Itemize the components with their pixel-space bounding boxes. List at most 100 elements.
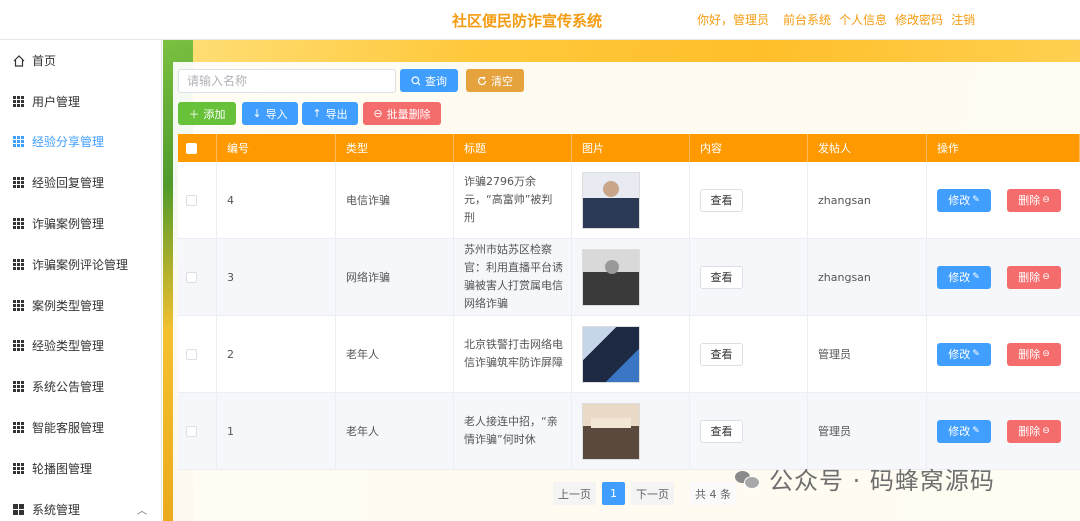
edit-label: 修改 — [948, 425, 971, 438]
type-cell: 老年人 — [336, 393, 454, 469]
import-button[interactable]: ↓ 导入 — [242, 102, 298, 125]
sidebar-item-label: 智能客服管理 — [32, 421, 105, 436]
sidebar-item-carousel[interactable]: 轮播图管理 — [0, 448, 161, 489]
row-select-cell — [178, 393, 217, 469]
sidebar-item-experience-reply[interactable]: 经验回复管理 — [0, 162, 161, 203]
sidebar-item-label: 案例类型管理 — [32, 298, 105, 313]
thumbnail-image[interactable] — [582, 248, 640, 306]
thumbnail-image[interactable] — [582, 325, 640, 383]
view-button[interactable]: 查看 — [700, 265, 743, 289]
edit-icon: ✎ — [972, 195, 980, 205]
content-cell: 查看 — [690, 393, 808, 469]
profile-link[interactable]: 个人信息 — [839, 11, 887, 28]
sidebar-item-system[interactable]: 系统管理 ︿ — [0, 489, 161, 521]
actions-cell: 修改 ✎ 删除 ⊖ — [927, 162, 1080, 238]
grid-icon — [13, 136, 24, 148]
sidebar-item-ai-service[interactable]: 智能客服管理 — [0, 407, 161, 448]
id-cell: 3 — [217, 239, 336, 315]
sidebar-item-fraud-cases[interactable]: 诈骗案例管理 — [0, 203, 161, 244]
apps-icon — [13, 503, 24, 515]
import-label: 导入 — [265, 107, 288, 121]
column-header: 图片 — [572, 134, 690, 162]
change-password-link[interactable]: 修改密码 — [895, 11, 943, 28]
sidebar-item-label: 轮播图管理 — [32, 461, 93, 476]
app-title: 社区便民防诈宣传系统 — [452, 12, 603, 30]
prev-page-button[interactable]: 上一页 — [553, 482, 596, 505]
edit-label: 修改 — [948, 271, 971, 284]
sidebar-item-label: 首页 — [32, 53, 57, 68]
data-table: 编号 类型 标题 图片 内容 发帖人 操作 4 电信诈骗 诈骗2796万余元，“… — [178, 134, 1080, 470]
column-header: 操作 — [927, 134, 1080, 162]
query-button[interactable]: 查询 — [400, 69, 458, 92]
pagination: 上一页 1 下一页 共 4 条 — [553, 482, 736, 505]
column-header: 内容 — [690, 134, 808, 162]
table-row: 1 老年人 老人接连中招，“亲情诈骗”何时休 查看 管理员 修改 ✎ 删除 ⊖ — [178, 393, 1080, 470]
poster-cell: zhangsan — [808, 162, 927, 238]
row-checkbox[interactable] — [186, 194, 197, 206]
clear-button[interactable]: 清空 — [466, 69, 524, 92]
image-cell — [572, 393, 690, 469]
id-cell: 4 — [217, 162, 336, 238]
export-button[interactable]: ↑ 导出 — [302, 102, 358, 125]
delete-button[interactable]: 删除 ⊖ — [1007, 419, 1061, 443]
delete-button[interactable]: 删除 ⊖ — [1007, 265, 1061, 289]
clear-label: 清空 — [491, 74, 513, 88]
delete-label: 删除 — [1018, 271, 1041, 284]
sidebar-item-label: 经验类型管理 — [32, 339, 105, 354]
column-header: 标题 — [454, 134, 572, 162]
grid-icon — [13, 381, 24, 393]
edit-label: 修改 — [948, 194, 971, 207]
edit-button[interactable]: 修改 ✎ — [937, 188, 991, 212]
add-button[interactable]: ＋ 添加 — [178, 102, 236, 125]
edit-label: 修改 — [948, 348, 971, 361]
sidebar-item-experience-types[interactable]: 经验类型管理 — [0, 326, 161, 367]
sidebar-item-announcements[interactable]: 系统公告管理 — [0, 366, 161, 407]
delete-button[interactable]: 删除 ⊖ — [1007, 342, 1061, 366]
title-cell: 老人接连中招，“亲情诈骗”何时休 — [454, 393, 572, 469]
content-cell: 查看 — [690, 239, 808, 315]
next-page-button[interactable]: 下一页 — [631, 482, 674, 505]
sidebar-item-users[interactable]: 用户管理 — [0, 81, 161, 122]
grid-icon — [13, 258, 24, 270]
logout-link[interactable]: 注销 — [951, 11, 975, 28]
row-select-cell — [178, 162, 217, 238]
view-button[interactable]: 查看 — [700, 188, 743, 212]
row-checkbox[interactable] — [186, 348, 197, 360]
home-icon — [13, 55, 25, 67]
edit-button[interactable]: 修改 ✎ — [937, 265, 991, 289]
edit-button[interactable]: 修改 ✎ — [937, 419, 991, 443]
image-cell — [572, 162, 690, 238]
thumbnail-image[interactable] — [582, 171, 640, 229]
grid-icon — [13, 177, 24, 189]
grid-icon — [13, 299, 24, 311]
sidebar-item-home[interactable]: 首页 — [0, 40, 161, 81]
row-checkbox[interactable] — [186, 425, 197, 437]
sidebar-item-case-types[interactable]: 案例类型管理 — [0, 285, 161, 326]
type-cell: 电信诈骗 — [336, 162, 454, 238]
minus-circle-icon: ⊖ — [1042, 349, 1050, 359]
total-count: 共 4 条 — [690, 482, 736, 505]
thumbnail-image[interactable] — [582, 402, 640, 460]
grid-icon — [13, 340, 24, 352]
edit-button[interactable]: 修改 ✎ — [937, 342, 991, 366]
actions-cell: 修改 ✎ 删除 ⊖ — [927, 316, 1080, 392]
page-number-button[interactable]: 1 — [602, 482, 625, 505]
row-checkbox[interactable] — [186, 271, 197, 283]
sidebar-item-experience-share[interactable]: 经验分享管理 — [0, 122, 161, 163]
export-label: 导出 — [325, 107, 348, 121]
type-cell: 老年人 — [336, 316, 454, 392]
batch-delete-button[interactable]: ⊖ 批量删除 — [363, 102, 441, 125]
delete-label: 删除 — [1018, 194, 1041, 207]
delete-button[interactable]: 删除 ⊖ — [1007, 188, 1061, 212]
sidebar: 首页 用户管理 经验分享管理 经验回复管理 诈骗案例管理 诈骗案例评论管理 案例… — [0, 40, 162, 521]
poster-cell: 管理员 — [808, 393, 927, 469]
view-button[interactable]: 查看 — [700, 342, 743, 366]
table-row: 3 网络诈骗 苏州市姑苏区检察官：利用直播平台诱骗被害人打赏属电信网络诈骗 查看… — [178, 239, 1080, 316]
sidebar-item-label: 系统管理 — [32, 502, 81, 517]
search-input[interactable] — [178, 69, 396, 93]
view-button[interactable]: 查看 — [700, 419, 743, 443]
frontend-system-link[interactable]: 前台系统 — [783, 11, 831, 28]
top-header: 社区便民防诈宣传系统 你好，管理员 前台系统 个人信息 修改密码 注销 — [0, 0, 1080, 40]
select-all-checkbox[interactable] — [186, 142, 197, 154]
sidebar-item-case-comments[interactable]: 诈骗案例评论管理 — [0, 244, 161, 285]
